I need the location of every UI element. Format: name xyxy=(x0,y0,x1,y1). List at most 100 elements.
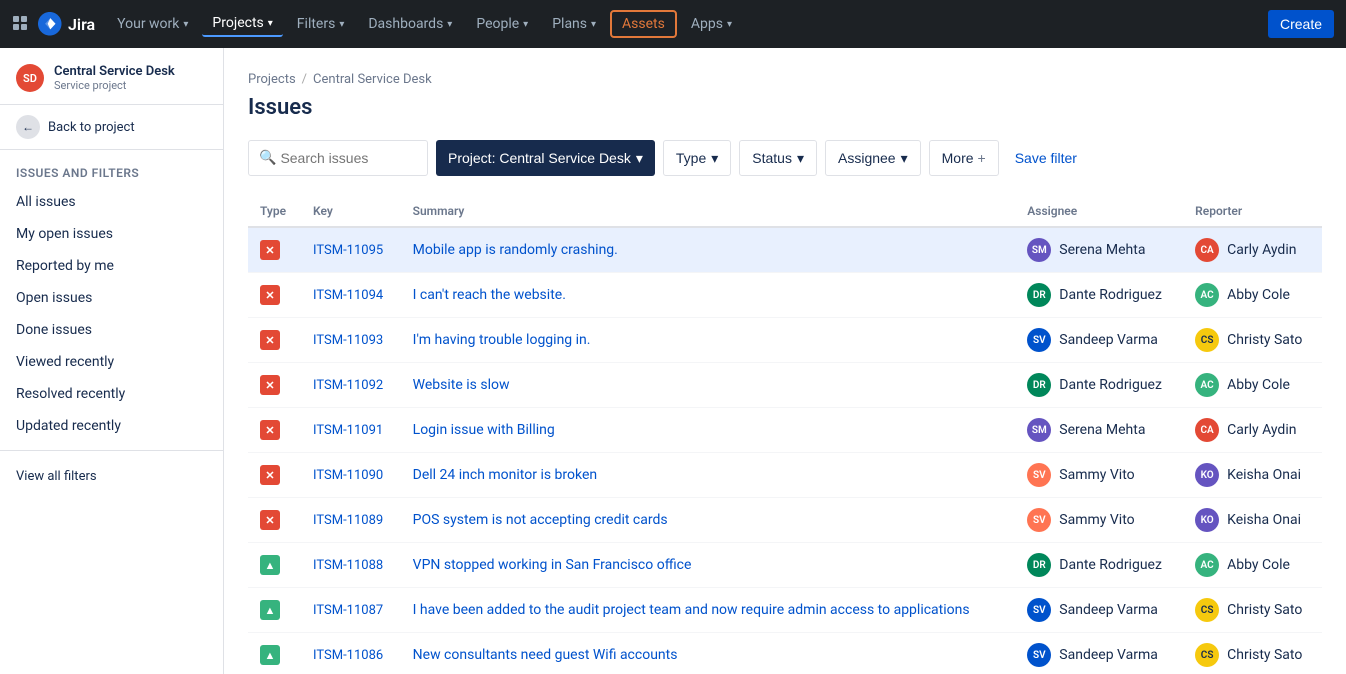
top-navigation: Jira Your work ▾ Projects ▾ Filters ▾ Da… xyxy=(0,0,1346,48)
view-all-filters[interactable]: View all filters xyxy=(0,459,223,494)
table-row[interactable]: ✕ ITSM-11094 I can't reach the website. … xyxy=(248,273,1322,318)
reporter-name: Keisha Onai xyxy=(1227,512,1301,528)
more-filter-button[interactable]: More + xyxy=(929,140,999,176)
breadcrumb-projects-link[interactable]: Projects xyxy=(248,72,296,87)
reporter-cell: AC Abby Cole xyxy=(1195,373,1310,397)
page-title: Issues xyxy=(248,95,1322,120)
table-row[interactable]: ▲ ITSM-11086 New consultants need guest … xyxy=(248,633,1322,674)
cell-type: ▲ xyxy=(248,543,301,588)
reporter-avatar: CA xyxy=(1195,418,1219,442)
project-filter-button[interactable]: Project: Central Service Desk ▾ xyxy=(436,140,655,176)
create-button[interactable]: Create xyxy=(1268,10,1334,38)
reporter-name: Abby Cole xyxy=(1227,557,1290,573)
issue-summary[interactable]: I have been added to the audit project t… xyxy=(413,602,970,618)
reporter-cell: CS Christy Sato xyxy=(1195,598,1310,622)
issue-summary[interactable]: POS system is not accepting credit cards xyxy=(413,512,668,528)
nav-assets[interactable]: Assets xyxy=(610,10,677,38)
assignee-name: Dante Rodriguez xyxy=(1059,377,1162,393)
col-reporter: Reporter xyxy=(1183,196,1322,227)
sidebar-item-open-issues[interactable]: Open issues xyxy=(0,282,223,314)
cell-type: ▲ xyxy=(248,633,301,674)
cell-summary: Login issue with Billing xyxy=(401,408,1016,453)
table-row[interactable]: ✕ ITSM-11091 Login issue with Billing SM… xyxy=(248,408,1322,453)
issue-key: ITSM-11092 xyxy=(313,378,383,393)
table-row[interactable]: ✕ ITSM-11092 Website is slow DR Dante Ro… xyxy=(248,363,1322,408)
cell-reporter: CA Carly Aydin xyxy=(1183,227,1322,273)
assignee-name: Dante Rodriguez xyxy=(1059,557,1162,573)
table-row[interactable]: ✕ ITSM-11089 POS system is not accepting… xyxy=(248,498,1322,543)
sidebar-item-reported-by-me[interactable]: Reported by me xyxy=(0,250,223,282)
cell-assignee: SM Serena Mehta xyxy=(1015,408,1183,453)
sidebar-item-my-open-issues[interactable]: My open issues xyxy=(0,218,223,250)
type-icon: ▲ xyxy=(260,645,280,665)
issue-summary[interactable]: Mobile app is randomly crashing. xyxy=(413,242,618,258)
sidebar: SD Central Service Desk Service project … xyxy=(0,48,224,674)
cell-assignee: SV Sammy Vito xyxy=(1015,453,1183,498)
col-assignee: Assignee xyxy=(1015,196,1183,227)
issue-summary[interactable]: Login issue with Billing xyxy=(413,422,555,438)
project-name: Central Service Desk xyxy=(54,64,175,79)
nav-people[interactable]: People ▾ xyxy=(466,12,538,36)
project-type: Service project xyxy=(54,79,175,92)
cell-key: ITSM-11092 xyxy=(301,363,401,408)
reporter-cell: KO Keisha Onai xyxy=(1195,508,1310,532)
cell-key: ITSM-11088 xyxy=(301,543,401,588)
assignee-name: Sandeep Varma xyxy=(1059,332,1158,348)
issue-summary[interactable]: New consultants need guest Wifi accounts xyxy=(413,647,678,663)
type-icon: ✕ xyxy=(260,420,280,440)
sidebar-item-done-issues[interactable]: Done issues xyxy=(0,314,223,346)
assignee-avatar: DR xyxy=(1027,553,1051,577)
assignee-name: Sammy Vito xyxy=(1059,512,1134,528)
issue-summary[interactable]: Website is slow xyxy=(413,377,510,393)
assignee-cell: DR Dante Rodriguez xyxy=(1027,553,1171,577)
assignee-name: Sandeep Varma xyxy=(1059,647,1158,663)
assignee-filter-button[interactable]: Assignee ▾ xyxy=(825,140,921,176)
sidebar-item-all-issues[interactable]: All issues xyxy=(0,186,223,218)
jira-logo[interactable]: Jira xyxy=(38,12,95,36)
nav-plans[interactable]: Plans ▾ xyxy=(542,12,606,36)
type-filter-button[interactable]: Type ▾ xyxy=(663,140,731,176)
filter-bar: 🔍 Project: Central Service Desk ▾ Type ▾… xyxy=(248,140,1322,176)
issue-summary[interactable]: I can't reach the website. xyxy=(413,287,566,303)
issue-summary[interactable]: Dell 24 inch monitor is broken xyxy=(413,467,597,483)
table-row[interactable]: ✕ ITSM-11093 I'm having trouble logging … xyxy=(248,318,1322,363)
assignee-cell: DR Dante Rodriguez xyxy=(1027,283,1171,307)
table-row[interactable]: ✕ ITSM-11095 Mobile app is randomly cras… xyxy=(248,227,1322,273)
search-box[interactable]: 🔍 xyxy=(248,140,428,176)
cell-key: ITSM-11090 xyxy=(301,453,401,498)
table-row[interactable]: ▲ ITSM-11087 I have been added to the au… xyxy=(248,588,1322,633)
type-icon: ▲ xyxy=(260,600,280,620)
grid-icon[interactable] xyxy=(12,15,30,33)
assignee-name: Dante Rodriguez xyxy=(1059,287,1162,303)
cell-key: ITSM-11093 xyxy=(301,318,401,363)
issue-key: ITSM-11088 xyxy=(313,558,383,573)
table-row[interactable]: ▲ ITSM-11088 VPN stopped working in San … xyxy=(248,543,1322,588)
sidebar-item-updated-recently[interactable]: Updated recently xyxy=(0,410,223,442)
chevron-down-icon: ▾ xyxy=(447,19,452,30)
assignee-cell: SV Sammy Vito xyxy=(1027,463,1171,487)
nav-filters[interactable]: Filters ▾ xyxy=(287,12,355,36)
cell-type: ✕ xyxy=(248,227,301,273)
nav-projects[interactable]: Projects ▾ xyxy=(202,11,282,37)
nav-your-work[interactable]: Your work ▾ xyxy=(107,12,198,36)
back-to-project[interactable]: ← Back to project xyxy=(0,105,223,150)
cell-reporter: AC Abby Cole xyxy=(1183,543,1322,588)
type-icon: ✕ xyxy=(260,465,280,485)
save-filter-button[interactable]: Save filter xyxy=(1007,140,1085,176)
nav-apps[interactable]: Apps ▾ xyxy=(681,12,742,36)
status-filter-button[interactable]: Status ▾ xyxy=(739,140,817,176)
reporter-cell: CS Christy Sato xyxy=(1195,643,1310,667)
nav-dashboards[interactable]: Dashboards ▾ xyxy=(358,12,462,36)
assignee-name: Serena Mehta xyxy=(1059,422,1145,438)
reporter-avatar: CA xyxy=(1195,238,1219,262)
issue-summary[interactable]: VPN stopped working in San Francisco off… xyxy=(413,557,692,573)
assignee-avatar: DR xyxy=(1027,373,1051,397)
sidebar-item-viewed-recently[interactable]: Viewed recently xyxy=(0,346,223,378)
search-input[interactable] xyxy=(280,150,417,166)
table-row[interactable]: ✕ ITSM-11090 Dell 24 inch monitor is bro… xyxy=(248,453,1322,498)
reporter-avatar: CS xyxy=(1195,328,1219,352)
issue-summary[interactable]: I'm having trouble logging in. xyxy=(413,332,591,348)
sidebar-item-resolved-recently[interactable]: Resolved recently xyxy=(0,378,223,410)
reporter-name: Abby Cole xyxy=(1227,377,1290,393)
issue-key: ITSM-11089 xyxy=(313,513,383,528)
